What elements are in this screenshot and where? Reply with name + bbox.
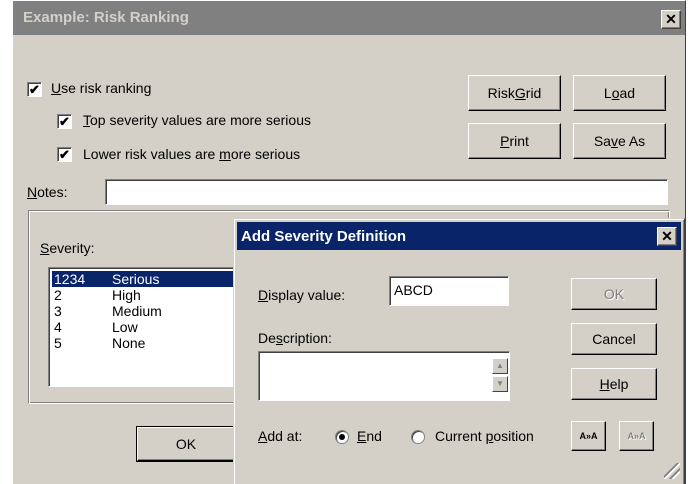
top-severity-label[interactable]: Top severity values are more serious bbox=[83, 112, 311, 128]
scroll-up-button[interactable]: ▲ bbox=[492, 358, 508, 374]
popup-help-button[interactable]: Help bbox=[571, 368, 657, 400]
notes-field[interactable] bbox=[105, 179, 668, 205]
print-button[interactable]: Print bbox=[468, 123, 561, 159]
main-title: Example: Risk Ranking bbox=[23, 9, 189, 26]
notes-label: Notes: bbox=[27, 184, 68, 200]
display-value-field[interactable] bbox=[389, 276, 509, 306]
risk-grid-button[interactable]: Risk ​Grid bbox=[468, 75, 561, 111]
use-risk-ranking-checkbox[interactable]: ✔ bbox=[27, 82, 42, 97]
add-at-current-radio[interactable] bbox=[411, 430, 425, 444]
popup-title: Add Severity Definition bbox=[241, 228, 407, 245]
scroll-down-button[interactable]: ▼ bbox=[492, 376, 508, 392]
lower-risk-label[interactable]: Lower risk values are more serious bbox=[83, 146, 300, 162]
notes-input[interactable] bbox=[106, 180, 667, 200]
font-size-decrease-button[interactable]: A»A bbox=[619, 421, 654, 451]
list-item[interactable]: 4 Low bbox=[52, 319, 242, 335]
description-field[interactable]: ▲ ▼ bbox=[258, 351, 510, 401]
add-at-current-label[interactable]: Current position bbox=[435, 428, 534, 444]
font-size-increase-button[interactable]: A»A bbox=[571, 421, 606, 451]
use-risk-ranking-label[interactable]: Use risk ranking bbox=[51, 80, 151, 96]
popup-close-button[interactable]: ✕ bbox=[657, 227, 677, 246]
add-at-end-label[interactable]: End bbox=[357, 428, 382, 444]
popup-title-bar[interactable]: Add Severity Definition ✕ bbox=[237, 222, 681, 250]
close-icon: ✕ bbox=[665, 11, 677, 27]
scroll-up-icon: ▲ bbox=[496, 361, 504, 370]
scroll-down-icon: ▼ bbox=[496, 379, 504, 388]
close-icon: ✕ bbox=[661, 228, 673, 244]
lower-risk-checkbox[interactable]: ✔ bbox=[57, 147, 72, 162]
add-at-end-radio[interactable] bbox=[335, 430, 349, 444]
description-label: Description: bbox=[258, 330, 332, 346]
main-ok-button[interactable]: OK bbox=[136, 426, 236, 462]
list-item[interactable]: 1234 Serious bbox=[52, 271, 242, 287]
save-as-button[interactable]: Sa v e As bbox=[573, 123, 666, 159]
severity-list[interactable]: 1234 Serious 2 High 3 Medium 4 Low 5 None bbox=[48, 267, 248, 387]
severity-label: Severity: bbox=[40, 240, 95, 256]
load-button[interactable]: Lo ad bbox=[573, 75, 666, 111]
popup-ok-button[interactable]: OK bbox=[571, 278, 657, 310]
resize-grip-icon[interactable] bbox=[664, 463, 680, 479]
main-close-button[interactable]: ✕ bbox=[661, 10, 681, 29]
list-item[interactable]: 3 Medium bbox=[52, 303, 242, 319]
font-size-icon: A»A bbox=[627, 431, 646, 441]
add-severity-dialog: Add Severity Definition ✕ Display value:… bbox=[233, 218, 685, 484]
add-at-label: Add at: bbox=[258, 428, 303, 444]
radio-selected-dot bbox=[339, 434, 345, 440]
main-title-bar[interactable]: Example: Risk Ranking ✕ bbox=[13, 1, 685, 35]
list-item[interactable]: 5 None bbox=[52, 335, 242, 351]
top-severity-checkbox[interactable]: ✔ bbox=[57, 114, 72, 129]
popup-cancel-button[interactable]: Cancel bbox=[571, 323, 657, 355]
display-value-label: Display value: bbox=[258, 287, 346, 303]
font-size-icon: A»A bbox=[579, 431, 598, 441]
display-value-input[interactable] bbox=[390, 277, 508, 300]
list-item[interactable]: 2 High bbox=[52, 287, 242, 303]
